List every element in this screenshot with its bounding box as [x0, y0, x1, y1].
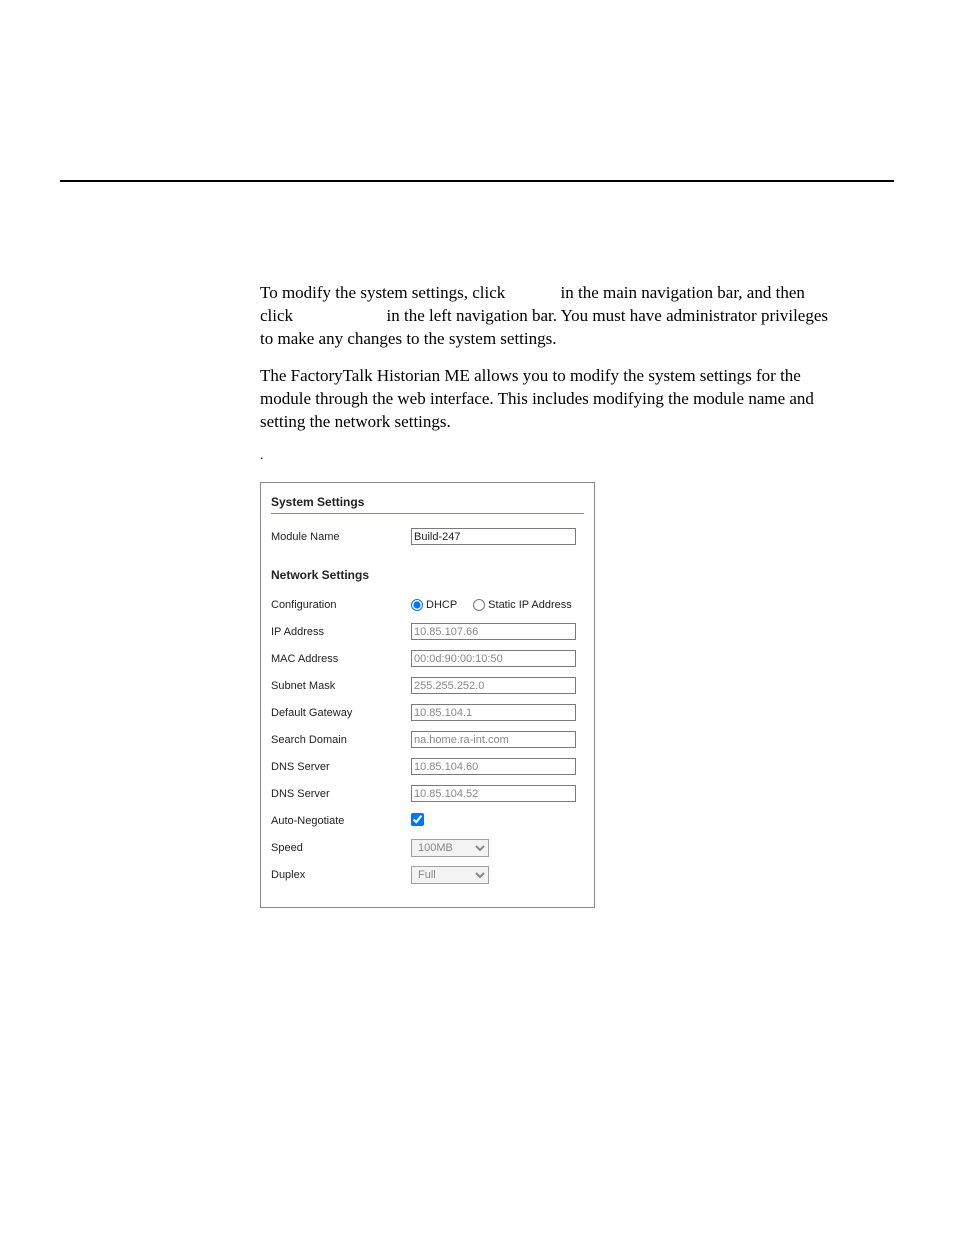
- search-domain-label: Search Domain: [271, 734, 411, 746]
- system-settings-heading: System Settings: [271, 495, 584, 513]
- search-domain-row: Search Domain: [271, 731, 584, 749]
- system-settings-panel: System Settings Module Name Network Sett…: [260, 482, 595, 908]
- mac-address-label: MAC Address: [271, 653, 411, 665]
- configuration-row: Configuration DHCP Static IP Address: [271, 596, 584, 614]
- dns-server-2-label: DNS Server: [271, 788, 411, 800]
- default-gateway-label: Default Gateway: [271, 707, 411, 719]
- speed-row: Speed 100MB: [271, 839, 584, 857]
- search-domain-input: [411, 731, 576, 748]
- module-name-label: Module Name: [271, 531, 411, 543]
- subnet-mask-label: Subnet Mask: [271, 680, 411, 692]
- ip-address-input: [411, 623, 576, 640]
- duplex-select: Full: [411, 866, 489, 884]
- mac-address-input: [411, 650, 576, 667]
- dns-server-2-input: [411, 785, 576, 802]
- auto-negotiate-checkbox[interactable]: [411, 813, 424, 826]
- speed-select: 100MB: [411, 839, 489, 857]
- duplex-row: Duplex Full: [271, 866, 584, 884]
- dot: .: [260, 448, 830, 464]
- horizontal-divider: [60, 180, 894, 182]
- dns-server-1-row: DNS Server: [271, 758, 584, 776]
- auto-negotiate-label: Auto-Negotiate: [271, 815, 411, 827]
- radio-dhcp[interactable]: [411, 599, 423, 611]
- network-settings-heading: Network Settings: [271, 568, 584, 582]
- ip-address-label: IP Address: [271, 626, 411, 638]
- configuration-label: Configuration: [271, 599, 411, 611]
- radio-dhcp-label[interactable]: DHCP: [411, 599, 457, 611]
- speed-label: Speed: [271, 842, 411, 854]
- para1-text: To modify the system settings, click: [260, 283, 510, 302]
- document-body: To modify the system settings, click in …: [260, 282, 830, 908]
- ip-address-row: IP Address: [271, 623, 584, 641]
- section-underline: [271, 513, 584, 514]
- duplex-label: Duplex: [271, 869, 411, 881]
- mac-address-row: MAC Address: [271, 650, 584, 668]
- default-gateway-input: [411, 704, 576, 721]
- module-name-input[interactable]: [411, 528, 576, 545]
- radio-static-ip[interactable]: [473, 599, 485, 611]
- radio-static-label[interactable]: Static IP Address: [473, 599, 572, 611]
- radio-static-text: Static IP Address: [488, 599, 572, 611]
- default-gateway-row: Default Gateway: [271, 704, 584, 722]
- module-name-row: Module Name: [271, 528, 584, 546]
- subnet-mask-row: Subnet Mask: [271, 677, 584, 695]
- radio-dhcp-text: DHCP: [426, 599, 457, 611]
- intro-paragraph-2: The FactoryTalk Historian ME allows you …: [260, 365, 830, 434]
- intro-paragraph-1: To modify the system settings, click in …: [260, 282, 830, 351]
- dns-server-2-row: DNS Server: [271, 785, 584, 803]
- para1-link-configure: [510, 283, 557, 302]
- dns-server-1-label: DNS Server: [271, 761, 411, 773]
- auto-negotiate-row: Auto-Negotiate: [271, 812, 584, 830]
- subnet-mask-input: [411, 677, 576, 694]
- para1-link-system-settings: [297, 306, 382, 325]
- dns-server-1-input: [411, 758, 576, 775]
